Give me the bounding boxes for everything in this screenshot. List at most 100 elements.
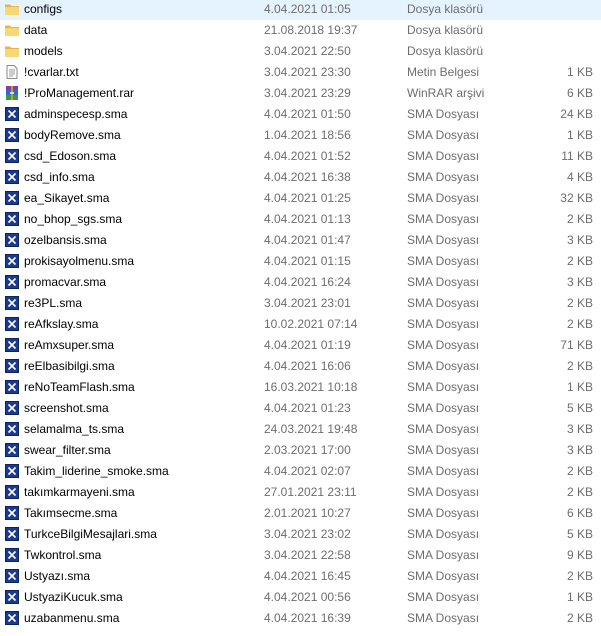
sma-file-icon xyxy=(4,337,20,353)
file-row[interactable]: data 21.08.2018 19:37 Dosya klasörü xyxy=(0,20,601,41)
sma-file-icon xyxy=(4,589,20,605)
file-name: reElbasibilgi.sma xyxy=(24,359,115,373)
sma-file-icon xyxy=(4,484,20,500)
file-date-modified: 3.04.2021 22:50 xyxy=(264,44,351,58)
sma-file-icon xyxy=(4,316,20,332)
file-type: Dosya klasörü xyxy=(407,23,484,37)
file-size: 1 KB xyxy=(566,590,593,604)
file-date-modified: 4.04.2021 02:07 xyxy=(264,464,351,478)
file-date-modified: 27.01.2021 23:11 xyxy=(264,485,357,499)
file-type: SMA Dosyası xyxy=(407,254,480,268)
file-name: uzabanmenu.sma xyxy=(24,611,120,625)
folder-icon xyxy=(4,22,20,38)
file-row[interactable]: Twkontrol.sma 3.04.2021 22:58 SMA Dosyası 9… xyxy=(0,545,601,566)
file-row[interactable]: reElbasibilgi.sma 4.04.2021 16:06 SMA Dosy… xyxy=(0,356,601,377)
file-size: 32 KB xyxy=(560,191,593,205)
file-row[interactable]: adminspecesp.sma 4.04.2021 01:50 SMA Dosya… xyxy=(0,104,601,125)
file-row[interactable]: ozelbansis.sma 4.04.2021 01:47 SMA Dosyası… xyxy=(0,230,601,251)
file-row[interactable]: re3PL.sma 3.04.2021 23:01 SMA Dosyası 2 KB xyxy=(0,293,601,314)
file-row[interactable]: !ProManagement.rar 3.04.2021 23:29 WinRAR … xyxy=(0,83,601,104)
file-row[interactable]: swear_filter.sma 2.03.2021 17:00 SMA Dosya… xyxy=(0,440,601,461)
file-name: !cvarlar.txt xyxy=(24,65,79,79)
file-row[interactable]: promacvar.sma 4.04.2021 16:24 SMA Dosyası 3… xyxy=(0,272,601,293)
file-name: models xyxy=(24,44,63,58)
file-name: no_bhop_sgs.sma xyxy=(24,212,123,226)
file-row[interactable]: takımkarmayeni.sma 27.01.2021 23:11 SMA Do… xyxy=(0,482,601,503)
file-date-modified: 4.04.2021 01:50 xyxy=(264,107,351,121)
file-size: 9 KB xyxy=(566,548,593,562)
file-size: 1 KB xyxy=(566,128,593,142)
file-size: 2 KB xyxy=(566,212,593,226)
file-name: configs xyxy=(24,2,63,16)
file-date-modified: 4.04.2021 01:23 xyxy=(264,401,351,415)
file-list: configs 4.04.2021 01:05 Dosya klasörü data 2… xyxy=(0,0,601,636)
file-row[interactable]: no_bhop_sgs.sma 4.04.2021 01:13 SMA Dosyas… xyxy=(0,209,601,230)
file-row[interactable]: selamalma_ts.sma 24.03.2021 19:48 SMA Dosy… xyxy=(0,419,601,440)
file-row[interactable]: ea_Sikayet.sma 4.04.2021 01:25 SMA Dosyası… xyxy=(0,188,601,209)
file-name: prokisayolmenu.sma xyxy=(24,254,135,268)
file-name: UstyaziKucuk.sma xyxy=(24,590,123,604)
file-type: SMA Dosyası xyxy=(407,590,480,604)
file-type: SMA Dosyası xyxy=(407,233,480,247)
file-name: csd_info.sma xyxy=(24,170,95,184)
file-row[interactable]: reAmxsuper.sma 4.04.2021 01:19 SMA Dosyası… xyxy=(0,335,601,356)
file-row[interactable]: Ustyazı.sma 4.04.2021 16:45 SMA Dosyası 2 K… xyxy=(0,566,601,587)
file-type: Dosya klasörü xyxy=(407,44,484,58)
sma-file-icon xyxy=(4,442,20,458)
sma-file-icon xyxy=(4,127,20,143)
file-type: SMA Dosyası xyxy=(407,611,480,625)
file-type: SMA Dosyası xyxy=(407,317,480,331)
file-row[interactable]: reAfkslay.sma 10.02.2021 07:14 SMA Dosyası… xyxy=(0,314,601,335)
file-name: promacvar.sma xyxy=(24,275,107,289)
file-name: !ProManagement.rar xyxy=(24,86,135,100)
file-date-modified: 4.04.2021 01:52 xyxy=(264,149,351,163)
sma-file-icon xyxy=(4,148,20,164)
file-row[interactable]: bodyRemove.sma 1.04.2021 18:56 SMA Dosyası… xyxy=(0,125,601,146)
file-type: SMA Dosyası xyxy=(407,506,480,520)
sma-file-icon xyxy=(4,253,20,269)
file-size: 2 KB xyxy=(566,569,593,583)
file-row[interactable]: reNoTeamFlash.sma 16.03.2021 10:18 SMA Dos… xyxy=(0,377,601,398)
file-row[interactable]: Takim_liderine_smoke.sma 4.04.2021 02:07 S… xyxy=(0,461,601,482)
sma-file-icon xyxy=(4,400,20,416)
file-row[interactable]: UstyaziKucuk.sma 4.04.2021 00:56 SMA Dosya… xyxy=(0,587,601,608)
file-type: SMA Dosyası xyxy=(407,107,480,121)
file-row[interactable]: prokisayolmenu.sma 4.04.2021 01:15 SMA Dos… xyxy=(0,251,601,272)
file-row[interactable]: csd_info.sma 4.04.2021 16:38 SMA Dosyası 4 … xyxy=(0,167,601,188)
file-row[interactable]: Takımsecme.sma 2.01.2021 10:27 SMA Dosyası… xyxy=(0,503,601,524)
file-type: SMA Dosyası xyxy=(407,212,480,226)
file-name: selamalma_ts.sma xyxy=(24,422,125,436)
file-size: 2 KB xyxy=(566,611,593,625)
file-name: adminspecesp.sma xyxy=(24,107,128,121)
file-date-modified: 4.04.2021 00:56 xyxy=(264,590,351,604)
text-file-icon xyxy=(4,64,20,80)
file-row[interactable]: !cvarlar.txt 3.04.2021 23:30 Metin Belgesi… xyxy=(0,62,601,83)
file-row[interactable]: csd_Edoson.sma 4.04.2021 01:52 SMA Dosyası… xyxy=(0,146,601,167)
sma-file-icon xyxy=(4,505,20,521)
sma-file-icon xyxy=(4,358,20,374)
file-size: 2 KB xyxy=(566,296,593,310)
file-row[interactable]: models 3.04.2021 22:50 Dosya klasörü xyxy=(0,41,601,62)
file-row[interactable]: uzabanmenu.sma 4.04.2021 16:39 SMA Dosyası… xyxy=(0,608,601,629)
file-date-modified: 4.04.2021 16:06 xyxy=(264,359,351,373)
file-type: SMA Dosyası xyxy=(407,338,480,352)
file-name: re3PL.sma xyxy=(24,296,83,310)
file-name: Takim_liderine_smoke.sma xyxy=(24,464,169,478)
sma-file-icon xyxy=(4,190,20,206)
sma-file-icon xyxy=(4,232,20,248)
file-name: data xyxy=(24,23,48,37)
file-row[interactable]: configs 4.04.2021 01:05 Dosya klasörü xyxy=(0,0,601,20)
file-date-modified: 10.02.2021 07:14 xyxy=(264,317,358,331)
file-type: WinRAR arşivi xyxy=(407,86,485,100)
file-type: SMA Dosyası xyxy=(407,401,480,415)
file-type: SMA Dosyası xyxy=(407,296,480,310)
file-type: SMA Dosyası xyxy=(407,569,480,583)
file-size: 5 KB xyxy=(566,527,593,541)
file-size: 2 KB xyxy=(566,485,593,499)
file-size: 3 KB xyxy=(566,422,593,436)
file-name: reAfkslay.sma xyxy=(24,317,99,331)
file-type: SMA Dosyası xyxy=(407,422,480,436)
folder-icon xyxy=(4,43,20,59)
file-row[interactable]: TurkceBilgiMesajlari.sma 3.04.2021 23:02 S… xyxy=(0,524,601,545)
file-row[interactable]: screenshot.sma 4.04.2021 01:23 SMA Dosyası… xyxy=(0,398,601,419)
